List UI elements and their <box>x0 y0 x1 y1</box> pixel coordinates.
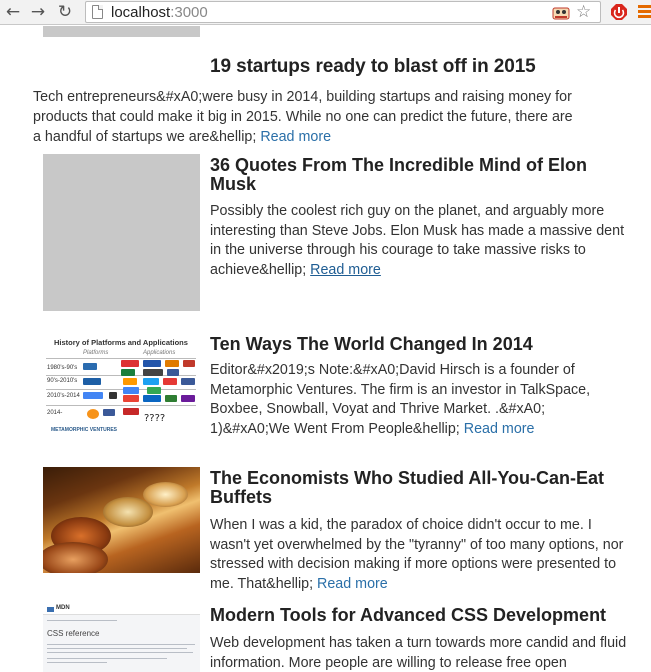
mdn-screenshot-thumbnail[interactable]: MDN CSS reference <box>43 604 200 672</box>
app-logo <box>165 360 179 367</box>
bitcoin-icon <box>87 409 99 419</box>
thumbnail-row-label: 2014- <box>47 410 63 416</box>
reload-icon[interactable]: ↻ <box>55 2 75 22</box>
app-logo <box>103 409 115 416</box>
buffet-photo-thumbnail[interactable] <box>43 467 200 573</box>
back-arrow-icon[interactable]: ← <box>3 2 23 22</box>
read-more-link[interactable]: Read more <box>464 421 535 437</box>
app-logo <box>109 392 117 399</box>
app-logo <box>143 369 163 376</box>
browser-toolbar: ← → ↻ localhost:3000 ☆ <box>0 0 651 25</box>
adblock-icon[interactable] <box>611 4 627 20</box>
post-item: The Economists Who Studied All-You-Can-E… <box>43 467 643 592</box>
app-logo <box>83 378 101 385</box>
app-logo <box>181 378 195 385</box>
app-logo <box>83 363 97 370</box>
thumbnail-question-marks: ???? <box>144 413 166 424</box>
mdn-logo-icon <box>47 607 54 612</box>
page-content: 19 startups ready to blast off in 2015 T… <box>0 26 651 672</box>
app-logo <box>165 395 177 402</box>
post-item: 36 Quotes From The Incredible Mind of El… <box>43 154 643 314</box>
featured-post-excerpt: Tech entrepreneurs&#xA0;were busy in 201… <box>33 87 573 147</box>
excerpt-text: When I was a kid, the paradox of choice … <box>210 517 624 592</box>
url-text[interactable]: localhost:3000 <box>111 4 208 21</box>
post-title[interactable]: The Economists Who Studied All-You-Can-E… <box>210 469 630 507</box>
post-thumbnail-placeholder[interactable] <box>43 154 200 311</box>
post-item: MDN CSS reference Modern Tools for Advan… <box>43 604 643 672</box>
read-more-link[interactable]: Read more <box>310 262 381 278</box>
bookmark-star-icon[interactable]: ☆ <box>576 2 594 22</box>
thumbnail-heading: CSS reference <box>47 629 100 638</box>
thumbnail-column-platforms: Platforms <box>83 350 109 356</box>
app-logo <box>123 387 139 394</box>
app-logo <box>163 378 177 385</box>
app-logo <box>183 360 195 367</box>
thumbnail-brand: METAMORPHIC VENTURES <box>51 427 118 433</box>
excerpt-text: Possibly the coolest rich guy on the pla… <box>210 203 625 278</box>
app-logo <box>181 395 195 402</box>
browser-menu-icon[interactable] <box>638 5 651 19</box>
thumbnail-row-label: 2010's-2014 <box>47 393 80 399</box>
post-excerpt: Web development has taken a turn towards… <box>210 634 628 672</box>
thumbnail-row-label: 90's-2010's <box>47 378 78 384</box>
app-logo <box>121 369 135 376</box>
thumbnail-brand: MDN <box>56 605 70 611</box>
app-logo <box>143 378 159 385</box>
app-logo <box>123 395 139 402</box>
read-more-link[interactable]: Read more <box>260 129 331 145</box>
post-excerpt: When I was a kid, the paradox of choice … <box>210 516 628 594</box>
app-logo <box>147 387 161 394</box>
forward-arrow-icon[interactable]: → <box>28 2 48 22</box>
post-title[interactable]: Modern Tools for Advanced CSS Developmen… <box>210 606 630 625</box>
app-logo <box>123 378 137 385</box>
post-thumbnail-placeholder[interactable] <box>43 26 200 37</box>
thumbnail-column-applications: Applications <box>143 350 176 356</box>
post-excerpt: Possibly the coolest rich guy on the pla… <box>210 202 628 280</box>
extension-icon[interactable] <box>552 4 570 20</box>
url-port: :3000 <box>170 4 208 21</box>
app-logo <box>143 395 161 402</box>
post-title[interactable]: Ten Ways The World Changed In 2014 <box>210 335 630 354</box>
thumbnail-row-label: 1980's-90's <box>47 365 78 371</box>
url-host: localhost <box>111 4 171 21</box>
app-logo <box>167 369 179 376</box>
post-item: History of Platforms and Applications Pl… <box>43 333 643 455</box>
post-title[interactable]: 36 Quotes From The Incredible Mind of El… <box>210 156 630 194</box>
app-logo <box>143 360 161 367</box>
app-logo <box>83 392 103 399</box>
platforms-chart-thumbnail[interactable]: History of Platforms and Applications Pl… <box>43 333 200 455</box>
app-logo <box>121 360 139 367</box>
featured-post-title[interactable]: 19 startups ready to blast off in 2015 <box>210 56 536 78</box>
address-bar[interactable]: localhost:3000 ☆ <box>85 1 601 23</box>
post-excerpt: Editor&#x2019;s Note:&#xA0;David Hirsch … <box>210 361 628 439</box>
page-icon <box>92 5 103 19</box>
excerpt-text: Web development has taken a turn towards… <box>210 635 627 671</box>
read-more-link[interactable]: Read more <box>317 576 388 592</box>
thumbnail-title: History of Platforms and Applications <box>54 338 188 347</box>
app-logo <box>123 408 139 415</box>
